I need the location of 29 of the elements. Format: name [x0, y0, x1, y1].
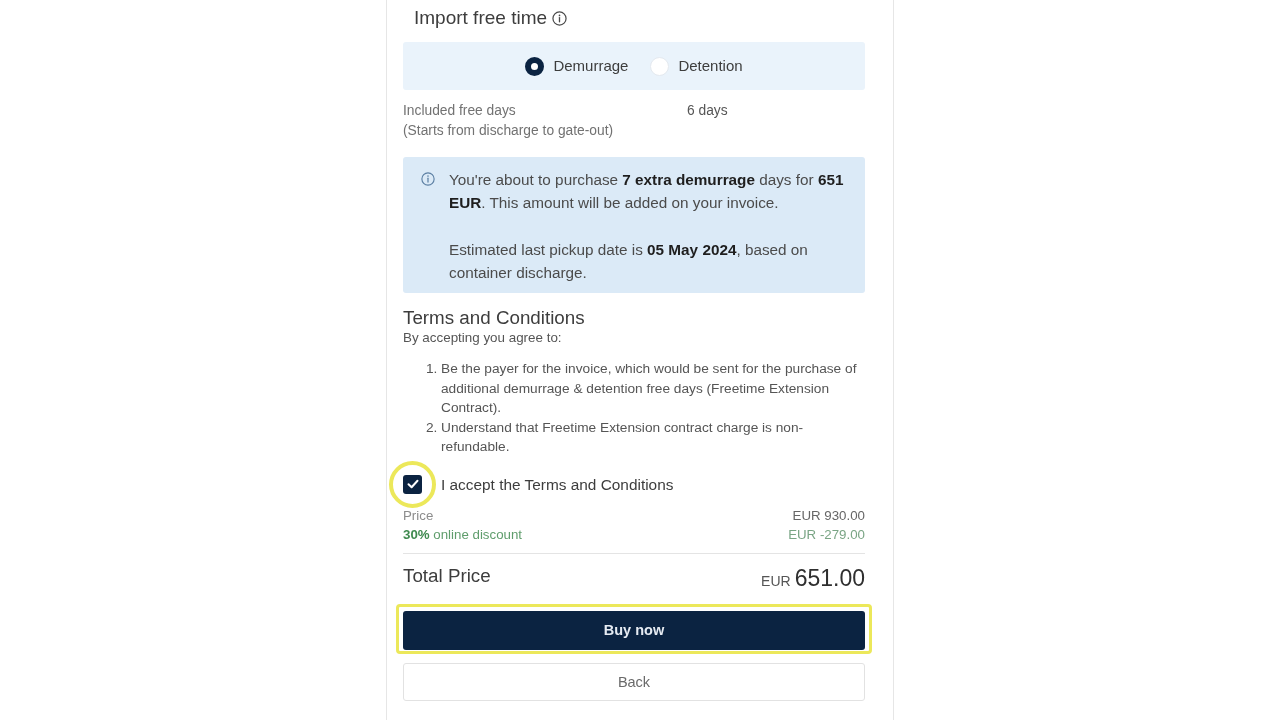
price-label: 30% online discount — [403, 526, 523, 544]
list-number: 2. — [426, 418, 439, 437]
price-amount: EUR -279.00 — [788, 526, 865, 544]
terms-intro: By accepting you agree to: — [403, 329, 562, 346]
total-amount: 651.00 — [794, 563, 865, 592]
checkbox[interactable] — [403, 474, 422, 494]
price-amount: EUR 930.00 — [792, 506, 865, 525]
free-days-note: (Starts from discharge to gate-out) — [403, 122, 614, 140]
check-icon — [406, 479, 419, 489]
terms-title: Terms and Conditions — [403, 307, 585, 329]
radio-label: Demurrage — [553, 56, 629, 76]
radio-button[interactable] — [525, 56, 545, 76]
section-title: Import free time — [414, 6, 548, 30]
info-icon — [421, 172, 435, 186]
checkbox-label: I accept the Terms and Conditions — [441, 474, 674, 494]
radio-label: Detention — [678, 56, 743, 76]
total-currency: EUR — [761, 572, 791, 589]
total-label: Total Price — [403, 564, 491, 587]
notice-text: Estimated last pickup date is 05 May 2024, based on container discharge. — [449, 240, 809, 283]
info-icon — [552, 10, 568, 26]
price-label: Price — [403, 506, 434, 525]
free-days-value: 6 days — [687, 103, 728, 118]
back-button[interactable]: Back — [403, 662, 865, 701]
terms-item-text: Understand that Freetime Extension contract charge is non-refundable. — [441, 418, 805, 456]
terms-item-text: Be the payer for the invoice, which would be sent for the purchase of additional demurrage & detention free days (Freetime Extension Contract). — [441, 360, 858, 417]
notice-text: You're about to purchase 7 extra demurrage days for 651 EUR. This amount will be added on your invoice. — [449, 170, 845, 213]
free-days-label: Included free days — [403, 102, 516, 120]
buy-button[interactable]: Buy now — [403, 610, 865, 650]
list-number: 1. — [426, 360, 439, 378]
